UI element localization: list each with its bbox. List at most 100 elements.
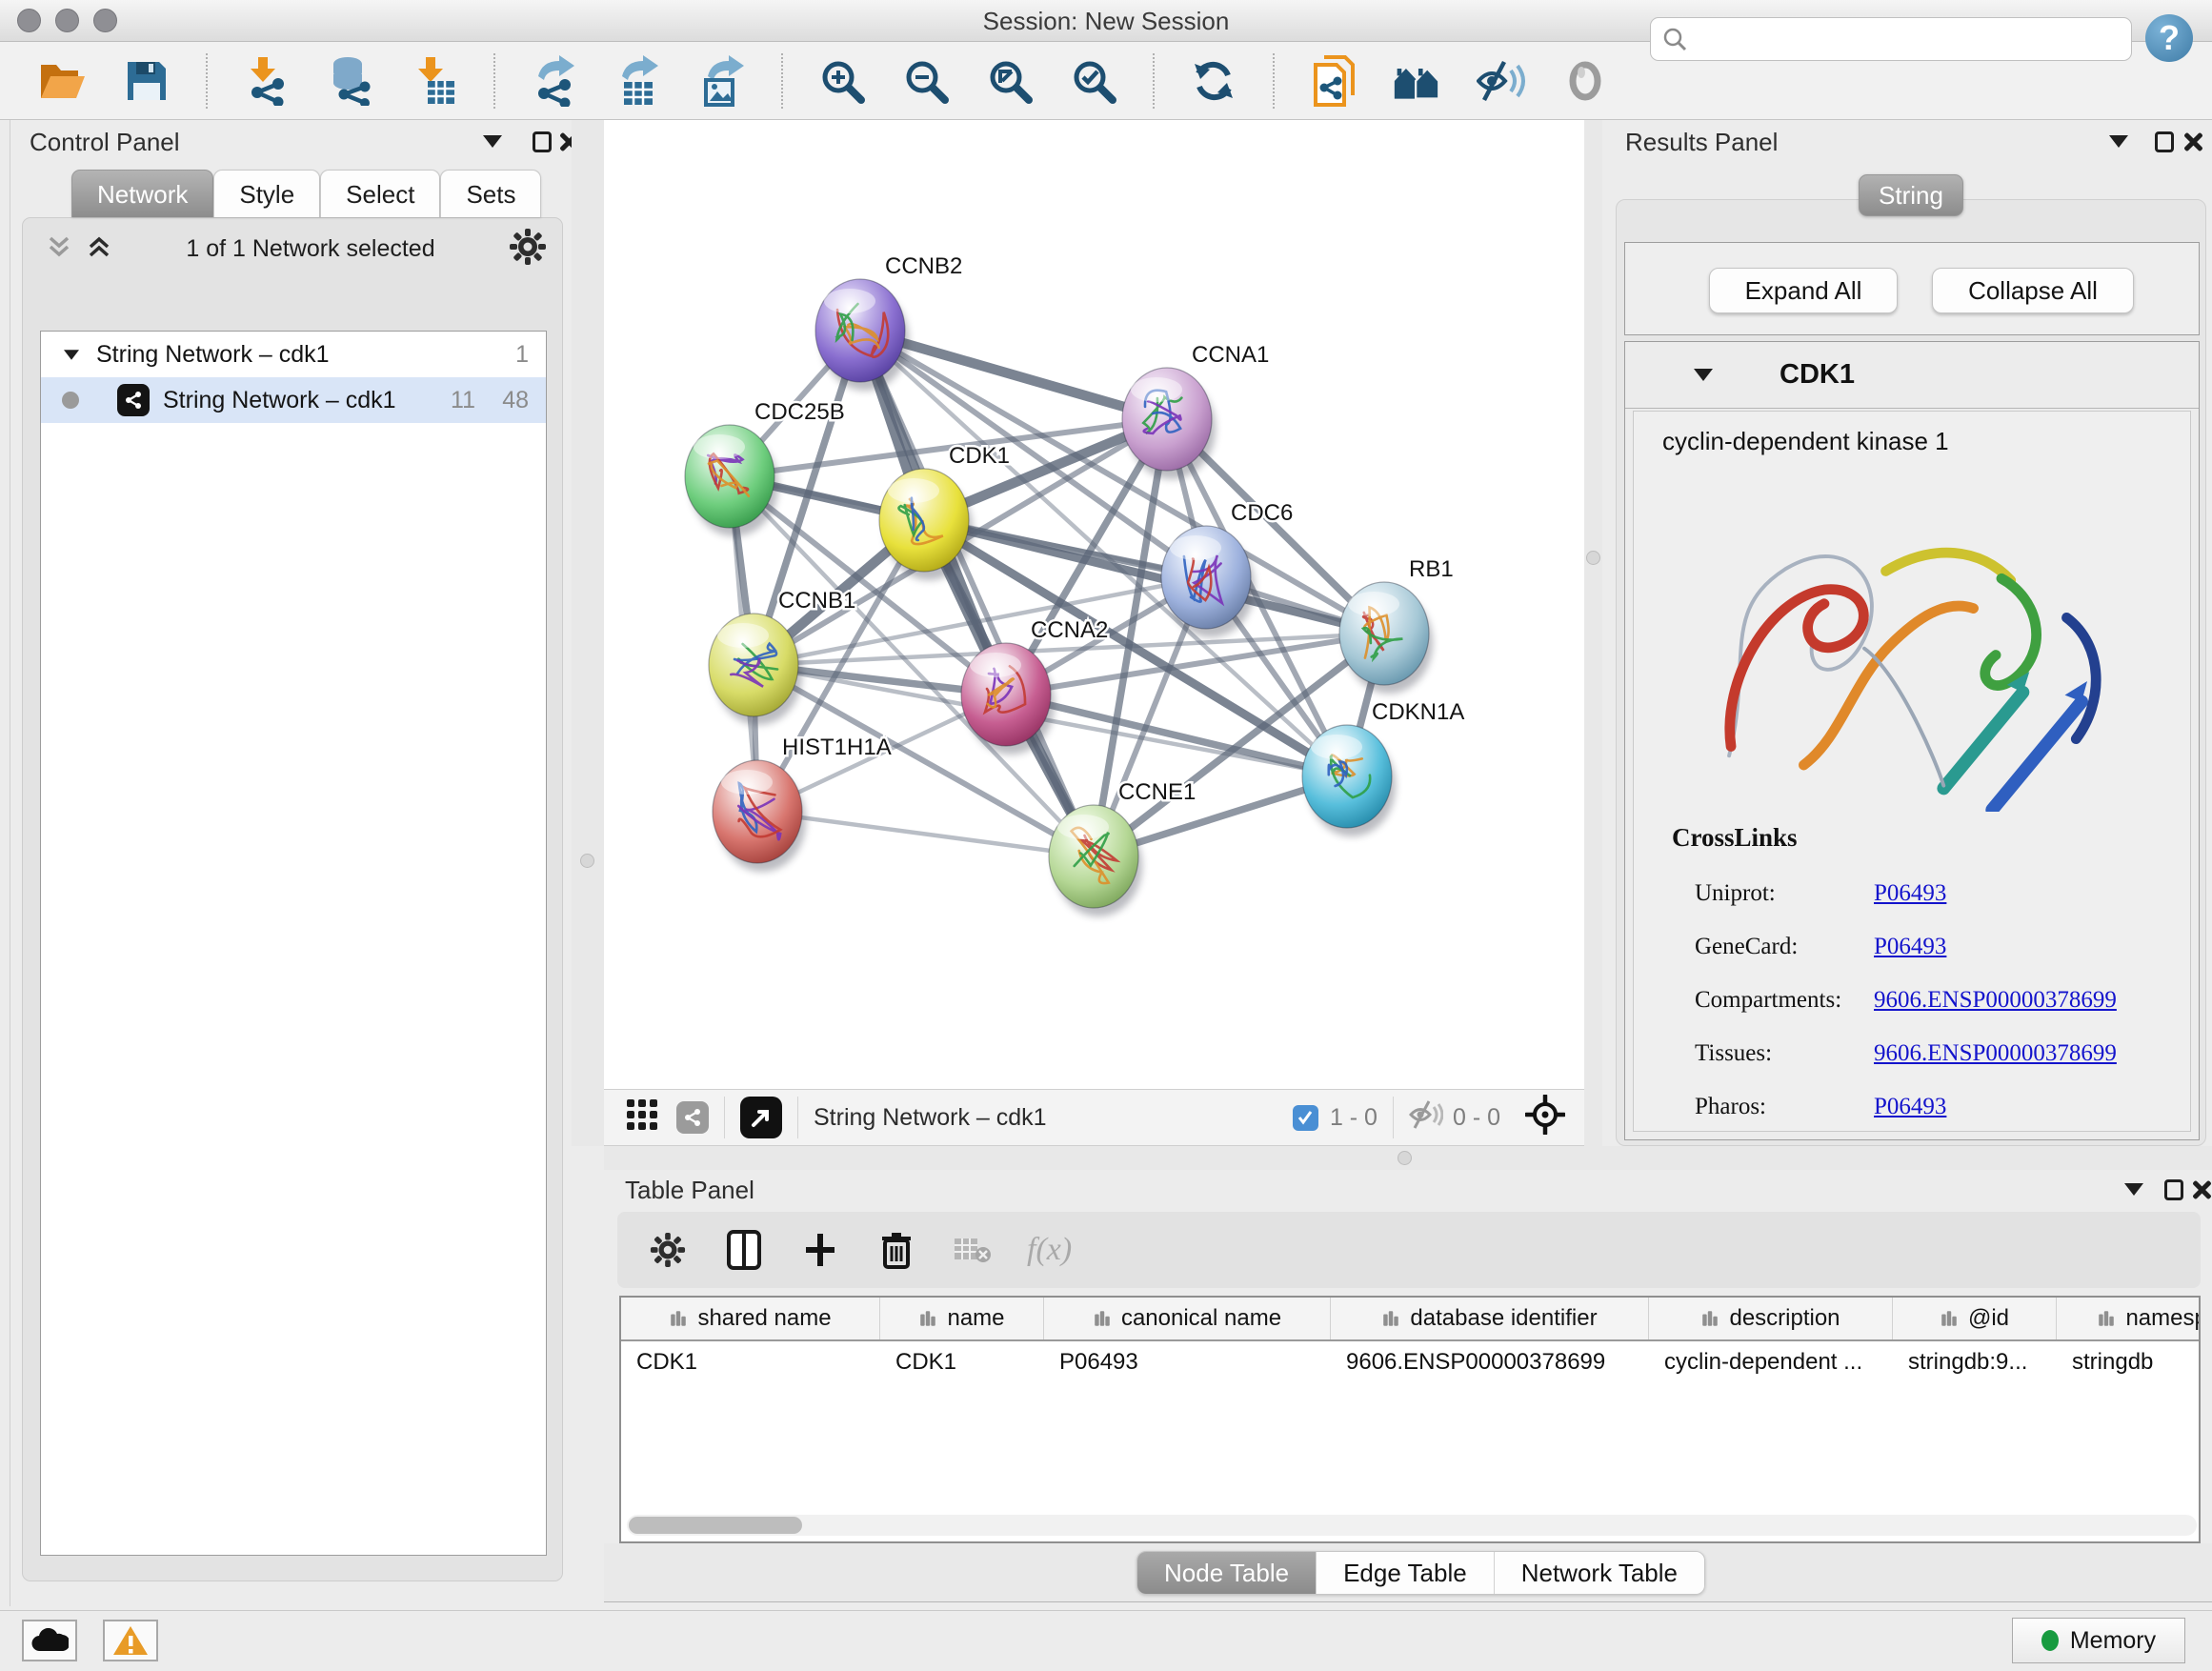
tab-node-table[interactable]: Node Table bbox=[1137, 1552, 1316, 1595]
string-view-icon[interactable] bbox=[676, 1101, 709, 1134]
eye-icon[interactable] bbox=[1560, 53, 1610, 109]
column-header[interactable]: @id bbox=[1893, 1298, 2057, 1339]
close-panel-icon[interactable] bbox=[2191, 1179, 2212, 1200]
column-header[interactable]: shared name bbox=[621, 1298, 880, 1339]
tab-network[interactable]: Network bbox=[71, 170, 213, 217]
tab-edge-table[interactable]: Edge Table bbox=[1316, 1552, 1494, 1595]
table-panel: Table Panel f(x) shared namenamecanonica… bbox=[604, 1170, 2212, 1610]
splitter-handle[interactable] bbox=[580, 854, 594, 868]
network-collection-row[interactable]: String Network – cdk1 1 bbox=[41, 332, 546, 377]
protein-node[interactable]: CCNA1 bbox=[1122, 342, 1269, 479]
crosslink-row: Uniprot:P06493 bbox=[1695, 867, 2171, 920]
refresh-icon[interactable] bbox=[1189, 53, 1238, 109]
houses-icon[interactable] bbox=[1393, 53, 1442, 109]
table-row[interactable]: CDK1CDK1P064939606.ENSP00000378699cyclin… bbox=[621, 1341, 2199, 1383]
splitter-handle[interactable] bbox=[1398, 1151, 1412, 1165]
warning-button[interactable] bbox=[103, 1620, 158, 1661]
zoom-window-button[interactable] bbox=[93, 9, 117, 32]
show-columns-icon[interactable] bbox=[722, 1226, 766, 1274]
panel-menu-icon[interactable] bbox=[2109, 135, 2128, 148]
zoom-out-icon[interactable] bbox=[901, 53, 951, 109]
close-window-button[interactable] bbox=[17, 9, 41, 32]
tab-select[interactable]: Select bbox=[320, 170, 440, 217]
expand-all-button[interactable]: Expand All bbox=[1709, 268, 1898, 313]
export-image-icon[interactable] bbox=[697, 53, 747, 109]
float-panel-icon[interactable] bbox=[2164, 1179, 2183, 1200]
cloud-button[interactable] bbox=[22, 1620, 77, 1661]
float-panel-icon[interactable] bbox=[533, 131, 552, 152]
grid-view-icon[interactable] bbox=[625, 1097, 659, 1138]
help-icon[interactable]: ? bbox=[2145, 14, 2193, 62]
zoom-selected-icon[interactable] bbox=[1069, 53, 1118, 109]
crosslink-link[interactable]: P06493 bbox=[1874, 1094, 1946, 1120]
horizontal-scrollbar[interactable] bbox=[627, 1515, 2197, 1536]
node-label: CDK1 bbox=[949, 443, 1010, 469]
panel-menu-icon[interactable] bbox=[483, 135, 502, 148]
gene-entry-header[interactable]: CDK1 bbox=[1625, 342, 2199, 409]
hidden-eye-icon[interactable] bbox=[1409, 1099, 1443, 1137]
export-network-icon[interactable] bbox=[530, 53, 579, 109]
zoom-fit-icon[interactable] bbox=[985, 53, 1035, 109]
first-neighbors-icon[interactable] bbox=[1309, 53, 1358, 109]
gear-icon[interactable] bbox=[509, 228, 547, 271]
birdseye-crosshair-icon[interactable] bbox=[1525, 1095, 1565, 1141]
network-svg[interactable]: CCNB2CCNA1CDC25BCDK1CDC6RB1CCNB1CCNA2CDK… bbox=[604, 120, 1584, 1089]
import-network-file-icon[interactable] bbox=[242, 53, 292, 109]
scrollbar-thumb[interactable] bbox=[629, 1517, 802, 1534]
selected-checkbox-icon[interactable] bbox=[1293, 1105, 1318, 1131]
tab-sets[interactable]: Sets bbox=[440, 170, 541, 217]
tab-style[interactable]: Style bbox=[213, 170, 320, 217]
expand-all-networks-icon[interactable] bbox=[86, 234, 112, 264]
protein-node[interactable]: HIST1H1A bbox=[713, 735, 892, 872]
save-session-icon[interactable] bbox=[122, 53, 171, 109]
import-table-icon[interactable] bbox=[410, 53, 459, 109]
toolbar-divider bbox=[493, 53, 495, 109]
protein-node[interactable]: CDC25B bbox=[685, 399, 845, 536]
float-panel-icon[interactable] bbox=[2155, 131, 2174, 152]
search-input[interactable] bbox=[1650, 17, 2132, 61]
zoom-in-icon[interactable] bbox=[817, 53, 867, 109]
open-file-icon[interactable] bbox=[38, 53, 88, 109]
function-builder-icon[interactable]: f(x) bbox=[1027, 1232, 1072, 1268]
import-network-database-icon[interactable] bbox=[326, 53, 375, 109]
column-header[interactable]: namespace bbox=[2057, 1298, 2201, 1339]
vertical-splitter-left[interactable] bbox=[572, 120, 604, 1146]
memory-button[interactable]: Memory bbox=[2012, 1618, 2185, 1663]
clear-table-icon[interactable] bbox=[951, 1226, 995, 1274]
open-in-window-icon[interactable] bbox=[740, 1097, 782, 1138]
gene-name: CDK1 bbox=[1780, 359, 1855, 391]
column-header[interactable]: description bbox=[1649, 1298, 1893, 1339]
cytoscape-window: { "window": { "title": "Session: New Ses… bbox=[0, 0, 2212, 1671]
column-header[interactable]: database identifier bbox=[1331, 1298, 1649, 1339]
crosslink-link[interactable]: 9606.ENSP00000378699 bbox=[1874, 1040, 2117, 1067]
search-field[interactable] bbox=[1687, 26, 2106, 52]
protein-node[interactable]: CDKN1A bbox=[1302, 699, 1464, 836]
protein-node[interactable]: RB1 bbox=[1339, 556, 1454, 694]
tab-network-table[interactable]: Network Table bbox=[1494, 1552, 1704, 1595]
export-table-icon[interactable] bbox=[613, 53, 663, 109]
crosslink-link[interactable]: 9606.ENSP00000378699 bbox=[1874, 987, 2117, 1014]
tab-string[interactable]: String bbox=[1859, 174, 1963, 216]
panel-menu-icon[interactable] bbox=[2124, 1183, 2143, 1196]
column-header[interactable]: name bbox=[880, 1298, 1044, 1339]
collapse-all-networks-icon[interactable] bbox=[46, 234, 72, 264]
network-row[interactable]: String Network – cdk1 11 48 bbox=[41, 377, 546, 423]
crosslink-link[interactable]: P06493 bbox=[1874, 880, 1946, 907]
collection-expand-icon[interactable] bbox=[64, 350, 79, 359]
network-canvas[interactable]: CCNB2CCNA1CDC25BCDK1CDC6RB1CCNB1CCNA2CDK… bbox=[604, 120, 1584, 1089]
add-column-icon[interactable] bbox=[798, 1226, 842, 1274]
close-panel-icon[interactable] bbox=[2182, 131, 2203, 152]
crosslink-link[interactable]: P06493 bbox=[1874, 934, 1946, 960]
horizontal-splitter[interactable] bbox=[604, 1146, 2212, 1170]
protein-node[interactable]: CCNB2 bbox=[815, 253, 962, 391]
delete-column-icon[interactable] bbox=[875, 1226, 918, 1274]
protein-node[interactable]: CCNB1 bbox=[709, 588, 855, 725]
splitter-handle[interactable] bbox=[1586, 551, 1600, 565]
collapse-entry-icon[interactable] bbox=[1694, 369, 1713, 381]
collapse-all-button[interactable]: Collapse All bbox=[1932, 268, 2134, 313]
table-gear-icon[interactable] bbox=[646, 1226, 690, 1274]
column-header[interactable]: canonical name bbox=[1044, 1298, 1331, 1339]
eye-slash-icon[interactable] bbox=[1477, 53, 1526, 109]
minimize-window-button[interactable] bbox=[55, 9, 79, 32]
vertical-splitter-right[interactable] bbox=[1584, 120, 1602, 1146]
